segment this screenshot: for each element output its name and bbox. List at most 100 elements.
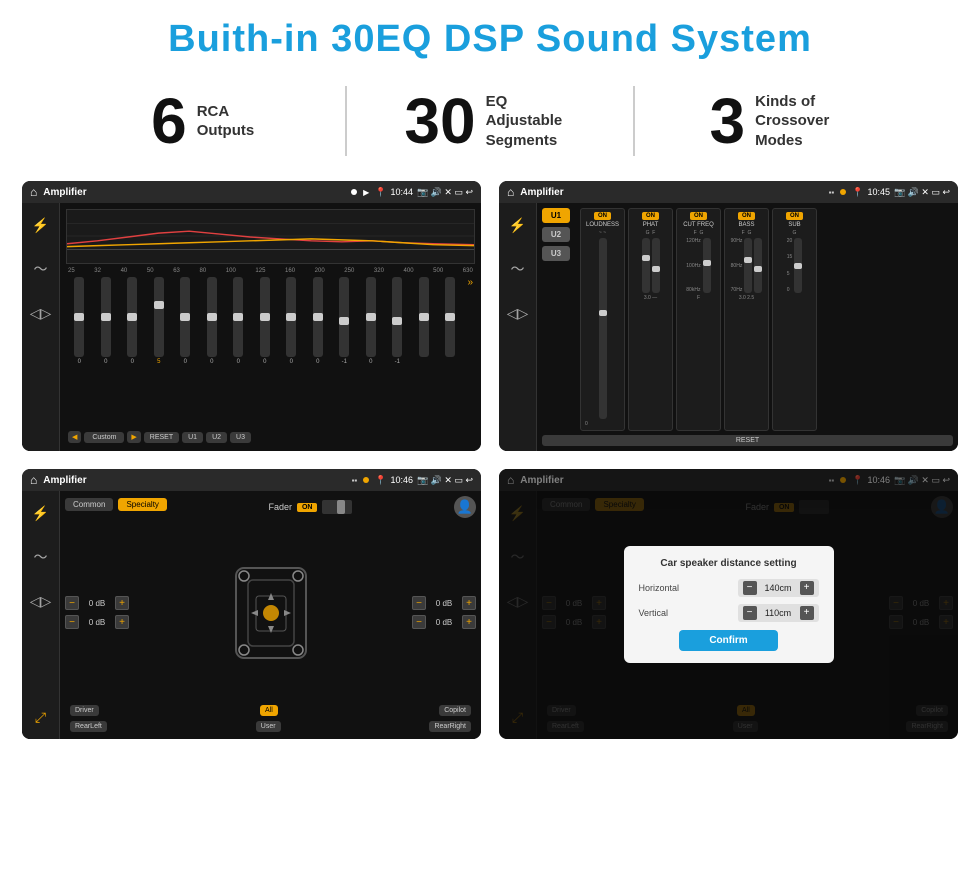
eq-slider-4[interactable]: 0 xyxy=(174,277,197,365)
preset-u3[interactable]: U3 xyxy=(542,246,570,261)
eq-slider-5[interactable]: 0 xyxy=(201,277,224,365)
preset-u1[interactable]: U1 xyxy=(542,208,570,223)
eq-slider-10[interactable]: -1 xyxy=(333,277,356,365)
crossover-reset-btn[interactable]: RESET xyxy=(542,435,953,446)
vol2-value: 0 dB xyxy=(83,618,111,627)
expand-icon[interactable]: ⤢ xyxy=(27,703,55,731)
vol2-minus[interactable]: − xyxy=(65,615,79,629)
volume-icon[interactable]: ◁▷ xyxy=(27,299,55,327)
fader-status-bar: ⌂ Amplifier ▪▪ 📍 10:46 📷 🔊 ✕ ▭ ↩ xyxy=(22,469,481,491)
eq-slider-0[interactable]: 0 xyxy=(68,277,91,365)
eq-preset-label[interactable]: Custom xyxy=(84,432,124,443)
status-dot-1 xyxy=(351,189,357,195)
btn-rearright[interactable]: RearRight xyxy=(429,721,471,732)
loudness-on[interactable]: ON xyxy=(594,212,611,220)
eq-slider-2[interactable]: 0 xyxy=(121,277,144,365)
channel-phat: ON PHAT G F 3.0 — xyxy=(628,208,673,431)
eq-icon-3[interactable]: ⚡ xyxy=(27,499,55,527)
eq-slider-1[interactable]: 0 xyxy=(95,277,118,365)
dialog-title: Car speaker distance setting xyxy=(639,558,819,569)
stat-eq: 30 EQ AdjustableSegments xyxy=(347,89,632,153)
crossover-status-icons: 📍 10:45 📷 🔊 ✕ ▭ ↩ xyxy=(852,187,950,198)
eq-icon[interactable]: ⚡ xyxy=(27,211,55,239)
dialog-vertical-label: Vertical xyxy=(639,608,694,618)
eq-slider-3[interactable]: 5 xyxy=(148,277,171,365)
eq-slider-13[interactable] xyxy=(413,277,436,359)
cutfreq-label: CUT FREQ xyxy=(683,222,714,228)
wave-icon[interactable]: 〜 xyxy=(27,255,55,283)
vertical-value: 110cm xyxy=(761,608,796,618)
bottom-labels-2: RearLeft User RearRight xyxy=(65,718,476,734)
volume-icon-2[interactable]: ◁▷ xyxy=(504,299,532,327)
vol-row-3: − 0 dB + xyxy=(412,596,476,610)
vol4-minus[interactable]: − xyxy=(412,615,426,629)
stats-row: 6 RCAOutputs 30 EQ AdjustableSegments 3 … xyxy=(0,71,980,176)
eq-screen: ⌂ Amplifier ▶ 📍 10:44 📷 🔊 ✕ ▭ ↩ ⚡ 〜 ◁▷ xyxy=(22,181,481,451)
wave-icon-2[interactable]: 〜 xyxy=(504,255,532,283)
vol3-plus[interactable]: + xyxy=(462,596,476,610)
eq-slider-8[interactable]: 0 xyxy=(280,277,303,365)
eq-reset-btn[interactable]: RESET xyxy=(144,432,179,443)
eq-u1-btn[interactable]: U1 xyxy=(182,432,203,443)
horizontal-minus-btn[interactable]: − xyxy=(743,581,757,595)
profile-icon[interactable]: 👤 xyxy=(454,496,476,518)
vol1-minus[interactable]: − xyxy=(65,596,79,610)
vol4-plus[interactable]: + xyxy=(462,615,476,629)
fader-screen-content: ⚡ 〜 ◁▷ ⤢ Common Specialty Fader ON xyxy=(22,491,481,739)
channel-loudness: ON LOUDNESS ~ ~ 0 xyxy=(580,208,625,431)
stat-eq-number: 30 xyxy=(404,89,475,153)
eq-slider-12[interactable]: -1 xyxy=(386,277,409,365)
vol2-plus[interactable]: + xyxy=(115,615,129,629)
loudness-slider[interactable] xyxy=(599,238,607,419)
wave-icon-3[interactable]: 〜 xyxy=(27,543,55,571)
vol3-minus[interactable]: − xyxy=(412,596,426,610)
vol1-plus[interactable]: + xyxy=(115,596,129,610)
eq-icon-2[interactable]: ⚡ xyxy=(504,211,532,239)
fader-on-btn[interactable]: ON xyxy=(297,503,318,512)
status-squares-2: ▪▪ xyxy=(352,476,358,485)
eq-slider-6[interactable]: 0 xyxy=(227,277,250,365)
play-icon: ▶ xyxy=(363,188,369,197)
eq-next-btn[interactable]: ▶ xyxy=(127,431,140,443)
bass-on[interactable]: ON xyxy=(738,212,755,220)
btn-copilot[interactable]: Copilot xyxy=(439,705,471,716)
eq-slider-14[interactable] xyxy=(439,277,462,359)
crossover-app-name: Amplifier xyxy=(520,187,563,198)
eq-prev-btn[interactable]: ◀ xyxy=(68,431,81,443)
fader-left-sidebar: ⚡ 〜 ◁▷ ⤢ xyxy=(22,491,60,739)
sub-on[interactable]: ON xyxy=(786,212,803,220)
confirm-button[interactable]: Confirm xyxy=(679,630,777,651)
eq-screen-content: ⚡ 〜 ◁▷ xyxy=(22,203,481,451)
btn-user[interactable]: User xyxy=(256,721,281,732)
dialog-overlay: Car speaker distance setting Horizontal … xyxy=(499,469,958,739)
crossover-time: 10:45 xyxy=(867,187,890,197)
channel-bass: ON BASS F G 90Hz80Hz70Hz 3.0 2.5 xyxy=(724,208,769,431)
bass-freq-labels: 90Hz80Hz70Hz xyxy=(731,238,743,293)
stat-crossover-label: Kinds ofCrossover Modes xyxy=(755,92,845,151)
dialog-vertical-row: Vertical − 110cm + xyxy=(639,604,819,622)
cutfreq-freq-labels: 120Hz100Hz80kHz xyxy=(686,238,700,293)
fader-app-name: Amplifier xyxy=(43,475,86,486)
btn-all[interactable]: All xyxy=(260,705,278,716)
eq-slider-9[interactable]: 0 xyxy=(307,277,330,365)
stat-crossover-number: 3 xyxy=(710,89,746,153)
phat-on[interactable]: ON xyxy=(642,212,659,220)
vol-row-4: − 0 dB + xyxy=(412,615,476,629)
preset-u2[interactable]: U2 xyxy=(542,227,570,242)
eq-slider-11[interactable]: 0 xyxy=(360,277,383,365)
vertical-plus-btn[interactable]: + xyxy=(800,606,814,620)
fader-label: Fader xyxy=(268,502,292,512)
cutfreq-on[interactable]: ON xyxy=(690,212,707,220)
eq-slider-7[interactable]: 0 xyxy=(254,277,277,365)
horizontal-plus-btn[interactable]: + xyxy=(800,581,814,595)
tab-common[interactable]: Common xyxy=(65,498,113,511)
btn-driver[interactable]: Driver xyxy=(70,705,99,716)
crossover-screen: ⌂ Amplifier ▪▪ 📍 10:45 📷 🔊 ✕ ▭ ↩ ⚡ 〜 ◁▷ … xyxy=(499,181,958,451)
eq-u2-btn[interactable]: U2 xyxy=(206,432,227,443)
eq-u3-btn[interactable]: U3 xyxy=(230,432,251,443)
btn-rearleft[interactable]: RearLeft xyxy=(70,721,107,732)
vertical-minus-btn[interactable]: − xyxy=(743,606,757,620)
tab-specialty[interactable]: Specialty xyxy=(118,498,166,511)
speaker-icon[interactable]: ◁▷ xyxy=(27,587,55,615)
bass-label: BASS xyxy=(738,222,754,228)
